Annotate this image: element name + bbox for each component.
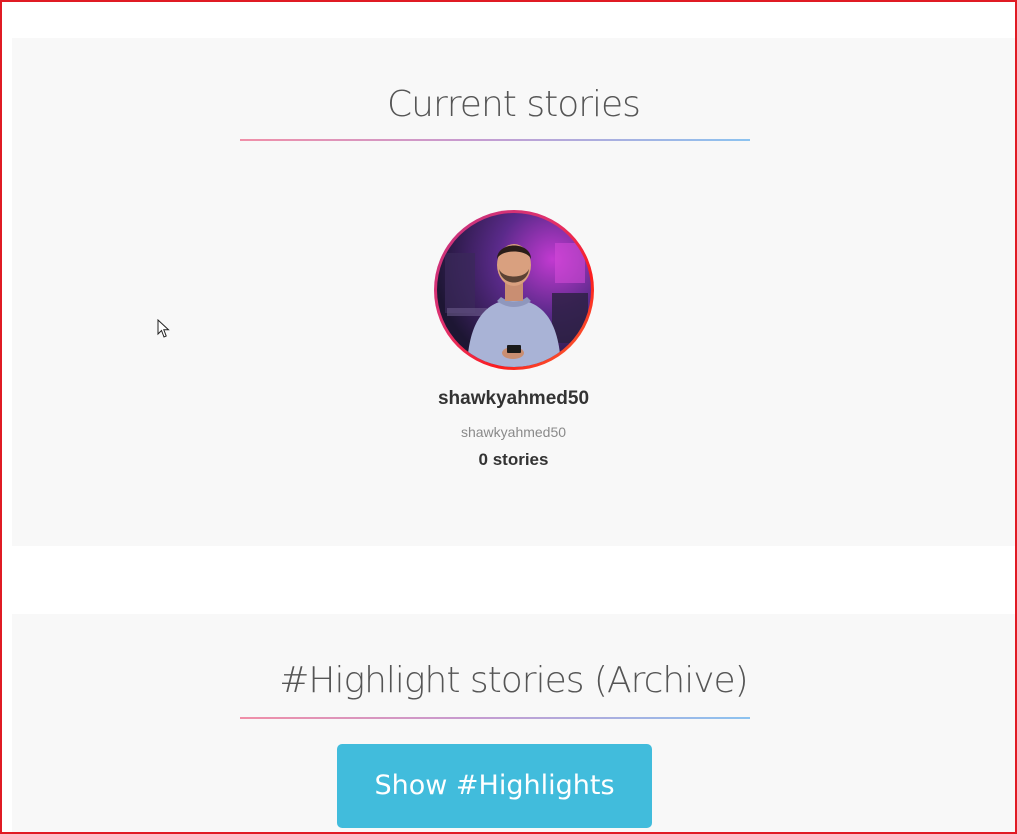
avatar-photo bbox=[444, 243, 588, 367]
avatar[interactable] bbox=[436, 213, 591, 367]
highlight-stories-underline bbox=[240, 717, 750, 719]
mouse-pointer-icon bbox=[157, 318, 171, 344]
profile-display-name[interactable]: shawkyahmed50 bbox=[12, 388, 1015, 410]
current-stories-section: Current stories shawkyahmed50 shawkyahme… bbox=[12, 38, 1015, 546]
current-stories-title: Current stories bbox=[387, 84, 641, 125]
story-count: 0 stories bbox=[478, 450, 549, 469]
highlight-stories-title: #Highlight stories (Archive) bbox=[279, 660, 748, 701]
profile-username: shawkyahmed50 bbox=[460, 424, 567, 440]
browser-frame: Current stories shawkyahmed50 shawkyahme… bbox=[0, 0, 1017, 834]
highlight-stories-section: #Highlight stories (Archive) Show #Highl… bbox=[12, 614, 1015, 832]
avatar-ring[interactable] bbox=[433, 210, 594, 370]
current-stories-underline bbox=[240, 139, 750, 141]
show-highlights-button[interactable]: Show #Highlights bbox=[337, 744, 652, 828]
